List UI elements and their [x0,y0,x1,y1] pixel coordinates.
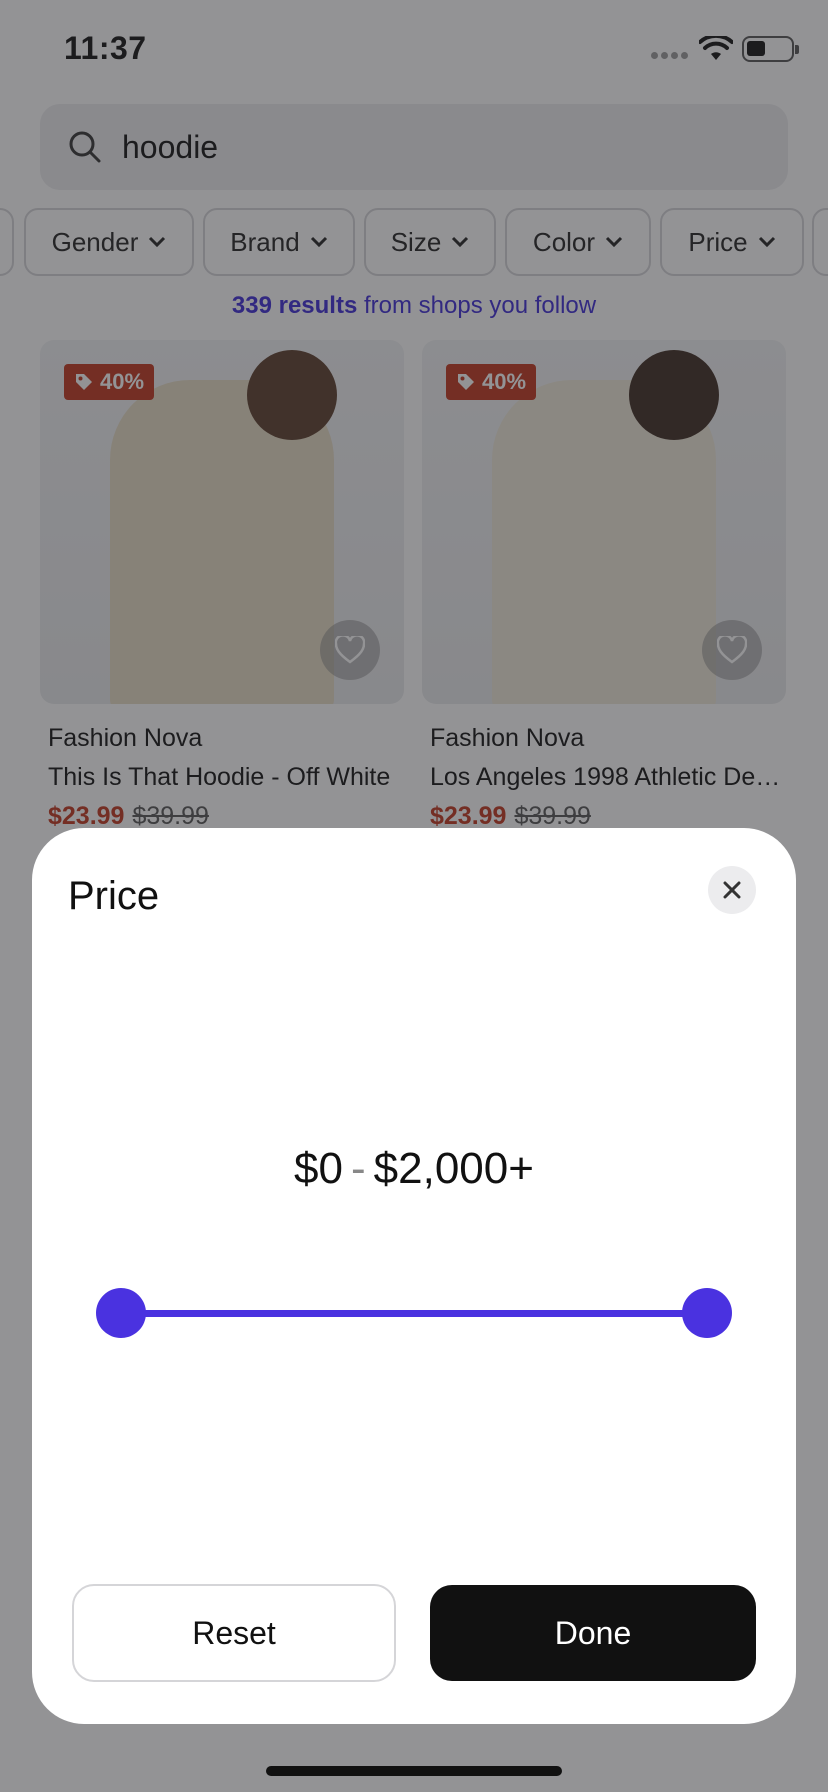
slider-max-handle[interactable] [682,1288,732,1338]
close-icon [723,881,741,899]
price-filter-sheet: Price $0- $2,000+ Reset Done [32,828,796,1724]
price-range-slider[interactable] [96,1288,732,1338]
price-range-label: $0- $2,000+ [32,1144,796,1194]
price-max-label: $2,000+ [373,1144,534,1193]
done-button[interactable]: Done [430,1585,756,1681]
sheet-title: Price [68,874,160,918]
price-range-separator: - [351,1144,366,1193]
slider-track-fill [121,1310,707,1317]
close-button[interactable] [708,866,756,914]
home-indicator [266,1766,562,1776]
price-min-label: $0 [294,1144,343,1193]
slider-min-handle[interactable] [96,1288,146,1338]
reset-button[interactable]: Reset [72,1584,396,1682]
